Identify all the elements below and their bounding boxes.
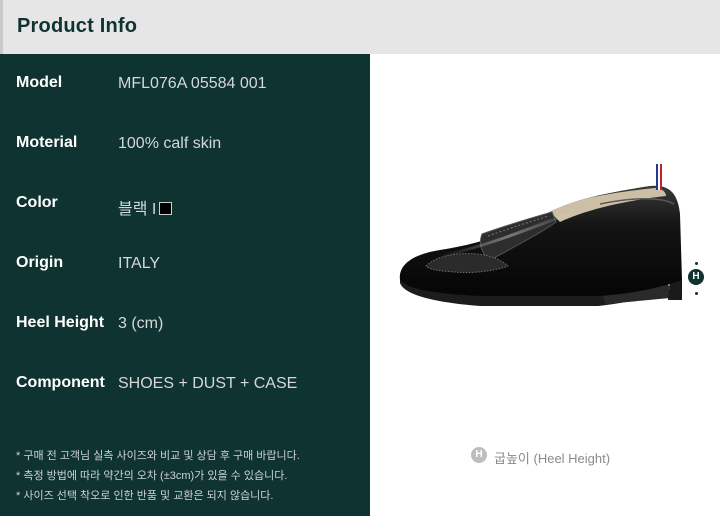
spec-label: Color xyxy=(16,194,58,211)
heel-marker-bottom-dot xyxy=(695,292,698,295)
note-item: * 구매 전 고객님 실측 사이즈와 비교 및 상담 후 구매 바랍니다. xyxy=(16,450,300,462)
notes-list: * 구매 전 고객님 실측 사이즈와 비교 및 상담 후 구매 바랍니다. * … xyxy=(16,446,300,506)
spec-panel: Model MFL076A 05584 001 Moterial 100% ca… xyxy=(0,54,370,516)
spec-value-color: 블랙 I xyxy=(118,195,173,219)
spec-value: 3 (cm) xyxy=(118,315,164,332)
product-image-area xyxy=(370,54,720,516)
heel-marker-top-dot xyxy=(695,262,698,265)
spec-value: SHOES + DUST + CASE xyxy=(118,375,298,392)
section-title: Product Info xyxy=(17,15,138,37)
color-name: 블랙 I xyxy=(118,201,157,218)
spec-label: Moterial xyxy=(16,134,78,151)
section-header: Product Info xyxy=(0,0,720,54)
spec-label: Model xyxy=(16,74,63,91)
spec-value: ITALY xyxy=(118,255,161,272)
color-swatch xyxy=(159,202,173,215)
spec-label: Component xyxy=(16,374,105,391)
spec-label: Origin xyxy=(16,254,64,271)
loafer-shoe-image xyxy=(399,164,682,306)
spec-value: 100% calf skin xyxy=(118,135,222,152)
heel-h-icon: H xyxy=(471,447,487,463)
note-item: * 사이즈 선택 착오로 인한 반품 및 교환은 되지 않습니다. xyxy=(16,490,274,502)
heel-height-marker-icon: H xyxy=(688,269,704,285)
spec-value: MFL076A 05584 001 xyxy=(118,75,267,92)
note-item: * 측정 방법에 따라 약간의 오차 (±3cm)가 있을 수 있습니다. xyxy=(16,470,288,482)
spec-label: Heel Height xyxy=(16,314,105,331)
caption-text: 굽높이 (Heel Height) xyxy=(494,451,611,466)
